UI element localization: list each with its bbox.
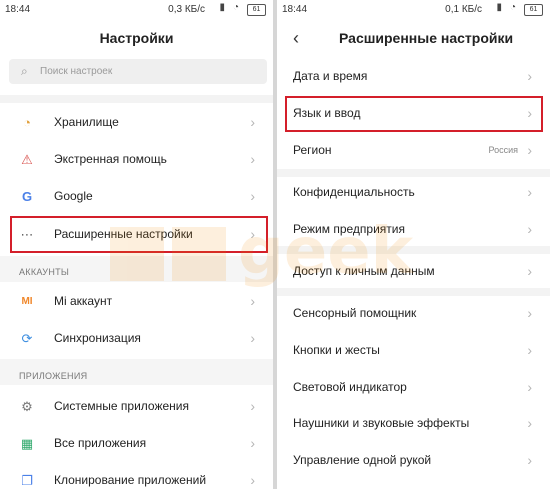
status-time: 18:44 bbox=[282, 4, 308, 15]
signal-icon: ▮ bbox=[219, 2, 225, 13]
region-value: Россия bbox=[488, 145, 518, 155]
search-placeholder: Поиск настроек bbox=[40, 66, 113, 77]
page-title: Настройки bbox=[99, 30, 174, 46]
mi-icon: MI bbox=[21, 296, 33, 307]
item-label: Конфиденциальность bbox=[293, 185, 415, 199]
chevron-right-icon: › bbox=[250, 151, 255, 167]
item-label: Хранилище bbox=[54, 115, 119, 129]
chevron-right-icon: › bbox=[527, 142, 532, 158]
item-region[interactable]: Регион Россия › bbox=[277, 132, 550, 169]
item-label: Наушники и звуковые эффекты bbox=[293, 416, 470, 430]
item-label: Экстренная помощь bbox=[54, 152, 167, 166]
clone-icon: ❐ bbox=[21, 473, 33, 488]
item-touch-assistant[interactable]: Сенсорный помощник › bbox=[277, 295, 550, 332]
item-privacy[interactable]: Конфиденциальность › bbox=[277, 174, 550, 211]
settings-item-storage[interactable]: ◔ Хранилище › bbox=[0, 104, 273, 141]
sync-icon: ⟳ bbox=[21, 331, 33, 346]
settings-item-all-apps[interactable]: ▦ Все приложения › bbox=[0, 425, 273, 462]
network-speed: 0,3 КБ/с bbox=[168, 4, 205, 15]
chevron-right-icon: › bbox=[250, 472, 255, 488]
page-title: Расширенные настройки bbox=[339, 30, 514, 46]
settings-item-clone-apps[interactable]: ❐ Клонирование приложений › bbox=[0, 462, 273, 489]
item-label: Регион bbox=[293, 143, 332, 157]
item-date-time[interactable]: Дата и время › bbox=[277, 58, 550, 95]
signal-icon: ▮ bbox=[496, 2, 502, 13]
chevron-right-icon: › bbox=[527, 263, 532, 279]
search-icon: ⌕ bbox=[21, 64, 28, 78]
chevron-right-icon: › bbox=[527, 305, 532, 321]
google-icon: G bbox=[21, 189, 33, 204]
status-bar: 18:44 0,3 КБ/с ▮ ◔ 61 bbox=[0, 0, 273, 20]
chevron-right-icon: › bbox=[250, 188, 255, 204]
item-label: Системные приложения bbox=[54, 399, 189, 413]
chevron-right-icon: › bbox=[527, 184, 532, 200]
chevron-right-icon: › bbox=[527, 452, 532, 468]
settings-item-emergency[interactable]: ⚠ Экстренная помощь › bbox=[0, 141, 273, 178]
settings-screen: 18:44 0,3 КБ/с ▮ ◔ 61 Настройки ⌕ Поиск … bbox=[0, 0, 273, 489]
chevron-right-icon: › bbox=[527, 342, 532, 358]
item-label: Кнопки и жесты bbox=[293, 343, 380, 357]
advanced-settings-screen: 18:44 0,1 КБ/с ▮ ◔ 61 ‹ Расширенные наст… bbox=[277, 0, 550, 489]
item-label: Mi аккаунт bbox=[54, 294, 113, 308]
back-arrow-icon[interactable]: ‹ bbox=[293, 28, 299, 49]
item-label: Сенсорный помощник bbox=[293, 306, 417, 320]
wifi-icon: ◔ bbox=[232, 2, 239, 13]
item-led-indicator[interactable]: Световой индикатор › bbox=[277, 369, 550, 406]
item-label: Дата и время bbox=[293, 69, 368, 83]
item-headphones-effects[interactable]: Наушники и звуковые эффекты › bbox=[277, 405, 550, 442]
settings-item-sync[interactable]: ⟳ Синхронизация › bbox=[0, 320, 273, 357]
item-enterprise-mode[interactable]: Режим предприятия › bbox=[277, 211, 550, 248]
chevron-right-icon: › bbox=[527, 415, 532, 431]
settings-item-google[interactable]: G Google › bbox=[0, 178, 273, 215]
chevron-right-icon: › bbox=[250, 293, 255, 309]
chevron-right-icon: › bbox=[250, 330, 255, 346]
item-one-hand-mode[interactable]: Управление одной рукой › bbox=[277, 442, 550, 479]
item-label: Все приложения bbox=[54, 436, 147, 450]
item-label: Режим предприятия bbox=[293, 222, 405, 236]
gear-icon: ⚙ bbox=[21, 399, 33, 414]
pie-chart-icon: ◔ bbox=[23, 115, 31, 130]
item-label: Синхронизация bbox=[54, 331, 141, 345]
status-bar: 18:44 0,1 КБ/с ▮ ◔ 61 bbox=[277, 0, 550, 20]
highlight-box bbox=[10, 216, 268, 253]
item-label: Google bbox=[54, 189, 93, 203]
status-time: 18:44 bbox=[5, 4, 31, 15]
chevron-right-icon: › bbox=[250, 114, 255, 130]
highlight-box bbox=[285, 96, 543, 132]
battery-icon: 61 bbox=[524, 4, 543, 16]
item-label: Управление одной рукой bbox=[293, 453, 432, 467]
divider bbox=[0, 95, 273, 103]
grid-icon: ▦ bbox=[20, 436, 34, 451]
item-buttons-gestures[interactable]: Кнопки и жесты › bbox=[277, 332, 550, 369]
section-header-accounts: АККАУНТЫ bbox=[19, 267, 70, 277]
chevron-right-icon: › bbox=[527, 379, 532, 395]
wifi-icon: ◔ bbox=[509, 2, 516, 13]
item-label: Доступ к личным данным bbox=[293, 264, 435, 278]
warning-icon: ⚠ bbox=[21, 152, 33, 167]
item-label: Клонирование приложений bbox=[54, 473, 207, 487]
search-input[interactable]: ⌕ Поиск настроек bbox=[9, 59, 267, 84]
chevron-right-icon: › bbox=[527, 68, 532, 84]
chevron-right-icon: › bbox=[250, 398, 255, 414]
network-speed: 0,1 КБ/с bbox=[445, 4, 482, 15]
settings-item-system-apps[interactable]: ⚙ Системные приложения › bbox=[0, 388, 273, 425]
battery-icon: 61 bbox=[247, 4, 266, 16]
chevron-right-icon: › bbox=[250, 435, 255, 451]
item-label: Световой индикатор bbox=[293, 380, 407, 394]
item-personal-data-access[interactable]: Доступ к личным данным › bbox=[277, 253, 550, 290]
chevron-right-icon: › bbox=[527, 221, 532, 237]
settings-item-mi-account[interactable]: MI Mi аккаунт › bbox=[0, 283, 273, 320]
section-header-apps: ПРИЛОЖЕНИЯ bbox=[19, 371, 88, 381]
